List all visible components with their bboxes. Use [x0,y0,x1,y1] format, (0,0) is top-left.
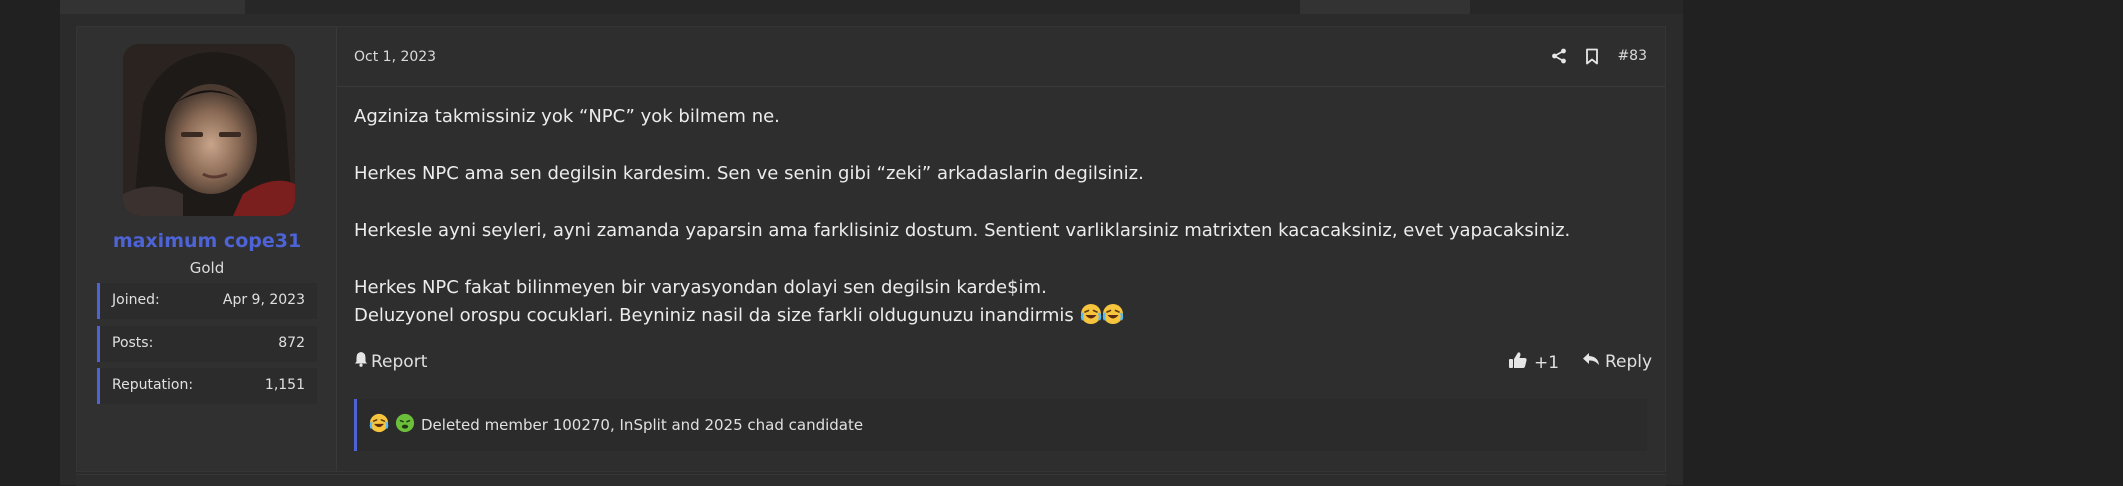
post-paragraph-last: Deluzyonel orospu cocuklari. Beyniniz na… [354,302,1644,330]
avatar-image [123,44,295,216]
share-icon[interactable] [1551,48,1567,64]
post-user-sidebar: maximum cope31 Gold Joined: Apr 9, 2023 … [77,27,337,471]
reply-arrow-icon [1582,351,1600,372]
stat-value: 1,151 [264,377,305,393]
reply-label: Reply [1605,351,1653,372]
post-paragraph: Herkes NPC fakat bilinmeyen bir varyasyo… [354,277,1047,298]
loudly-crying-laugh-emoji-icon [1102,303,1124,325]
username-link[interactable]: maximum cope31 [77,230,337,252]
loudly-crying-laugh-emoji-icon [369,413,389,437]
post-header-divider [337,86,1665,87]
reactions-users-text[interactable]: Deleted member 100270, InSplit and 2025 … [421,416,863,434]
bell-icon [354,351,368,372]
page-background-left [0,0,60,485]
post-paragraph: Herkesle ayni seyleri, ayni zamanda yapa… [354,220,1571,241]
previous-post-edge [60,0,1683,14]
next-post-edge [76,474,1666,486]
user-stat-posts: Posts: 872 [97,326,317,362]
post-paragraph: Agziniza takmissiniz yok “NPC” yok bilme… [354,106,780,127]
stat-value: Apr 9, 2023 [222,292,305,308]
post-message-column: Oct 1, 2023 #83 Agziniza takmissiniz yok… [337,27,1665,471]
previous-post-sidebar-edge [60,0,245,14]
post-paragraph: Herkes NPC ama sen degilsin kardesim. Se… [354,163,1144,184]
user-stat-joined: Joined: Apr 9, 2023 [97,283,317,319]
post-date-link[interactable]: Oct 1, 2023 [354,49,436,65]
reactions-bar[interactable]: Deleted member 100270, InSplit and 2025 … [354,399,1647,451]
post-header-actions: #83 [1551,45,1647,67]
stat-value: 872 [278,335,305,351]
post-number-link[interactable]: #83 [1617,48,1647,64]
thumbs-up-icon [1508,351,1528,374]
loudly-crying-laugh-emoji-icon [1080,303,1102,325]
post-body: Agziniza takmissiniz yok “NPC” yok bilme… [354,103,1644,330]
user-rank-title: Gold [189,259,225,277]
post-line-text: Deluzyonel orospu cocuklari. Beyniniz na… [354,305,1074,326]
like-button[interactable]: +1 [1508,351,1559,374]
report-button[interactable]: Report [354,351,427,372]
stat-label: Reputation: [112,377,194,393]
avatar[interactable] [123,44,295,216]
reply-button[interactable]: Reply [1582,351,1652,372]
stat-label: Posts: [112,335,154,351]
nauseated-face-emoji-icon [395,413,415,437]
report-label: Report [371,351,428,372]
bookmark-icon[interactable] [1585,48,1599,65]
reaction-count: +1 [1534,352,1560,373]
forum-post: maximum cope31 Gold Joined: Apr 9, 2023 … [76,26,1666,472]
page-background-right [1683,0,2123,485]
previous-post-footer-edge [1300,0,1470,14]
user-stat-reputation: Reputation: 1,151 [97,368,317,404]
stat-label: Joined: [112,292,160,308]
